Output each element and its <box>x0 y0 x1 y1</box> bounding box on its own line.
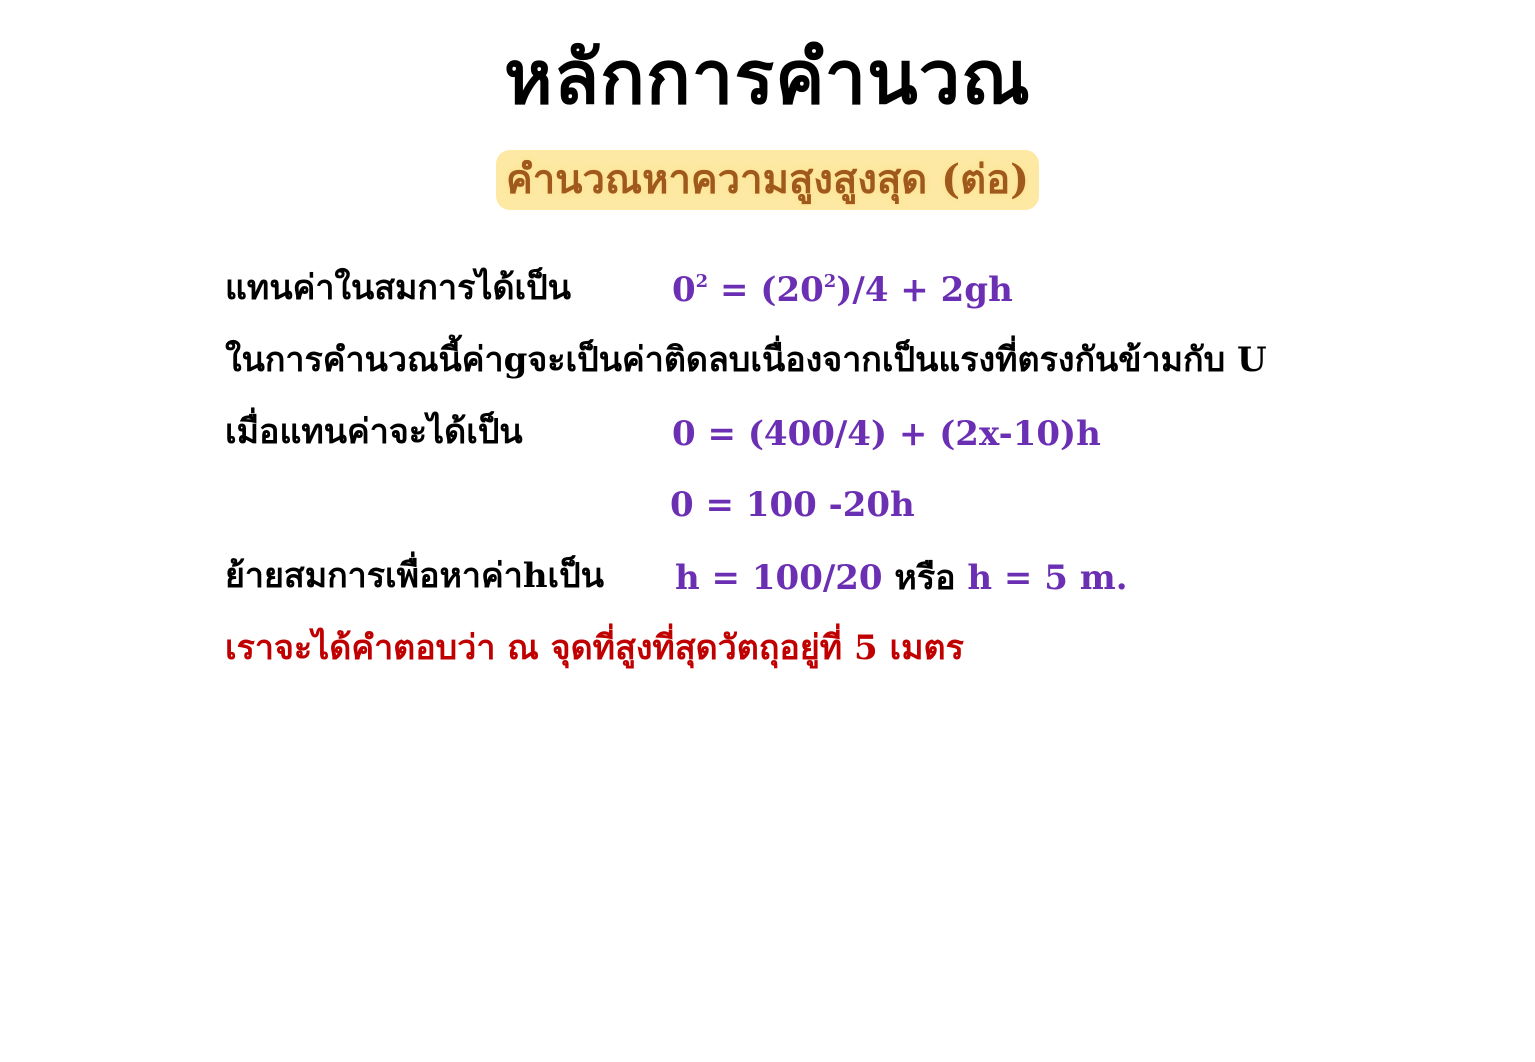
line-3-label: เมื่อแทนค่าจะได้เป็น <box>225 412 523 452</box>
slide-title: หลักการคำนวณ <box>504 35 1031 121</box>
equation-5-part-b: h = 5 m. <box>967 558 1128 598</box>
equation-4: 0 = 100 -20h <box>670 485 915 525</box>
line-2-text: ในการคำนวณนี้ค่าgจะเป็นค่าติดลบเนื่องจาก… <box>225 340 1267 380</box>
equation-5-or-word: หรือ <box>882 558 968 598</box>
equation-5: h = 100/20 หรือ h = 5 m. <box>675 554 1128 602</box>
line-solve-h: ย้ายสมการเพื่อหาค่าhเป็น <box>225 552 604 600</box>
line-substitute-values: เมื่อแทนค่าจะได้เป็น <box>225 408 523 456</box>
equation-1-exponent-b: 2 <box>823 271 837 292</box>
equation-1: 02 = (202)/4 + 2gh <box>672 266 1013 314</box>
line-final-answer: เราจะได้คำตอบว่า ณ จุดที่สูงที่สุดวัตถุอ… <box>225 624 964 672</box>
final-answer-text: เราจะได้คำตอบว่า ณ จุดที่สูงที่สุดวัตถุอ… <box>225 628 964 668</box>
line-5-label: ย้ายสมการเพื่อหาค่าhเป็น <box>225 556 604 596</box>
equation-1-exponent-a: 2 <box>695 271 709 292</box>
subtitle-container: คำนวณหาความสูงสูงสุด (ต่อ) <box>0 150 1535 210</box>
equation-1-part-b: = (20 <box>708 270 824 310</box>
line-1-label: แทนค่าในสมการได้เป็น <box>225 268 571 308</box>
line-substitution: แทนค่าในสมการได้เป็น <box>225 264 571 312</box>
slide-subtitle: คำนวณหาความสูงสูงสุด (ต่อ) <box>495 150 1040 210</box>
equation-3: 0 = (400/4) + (2x-10)h <box>672 414 1101 454</box>
equation-1-part-c: )/4 + 2gh <box>836 270 1013 310</box>
equation-5-part-a: h = 100/20 <box>675 558 883 598</box>
equation-1-part-a: 0 <box>672 270 696 310</box>
line-g-negative-note: ในการคำนวณนี้ค่าgจะเป็นค่าติดลบเนื่องจาก… <box>225 336 1267 384</box>
